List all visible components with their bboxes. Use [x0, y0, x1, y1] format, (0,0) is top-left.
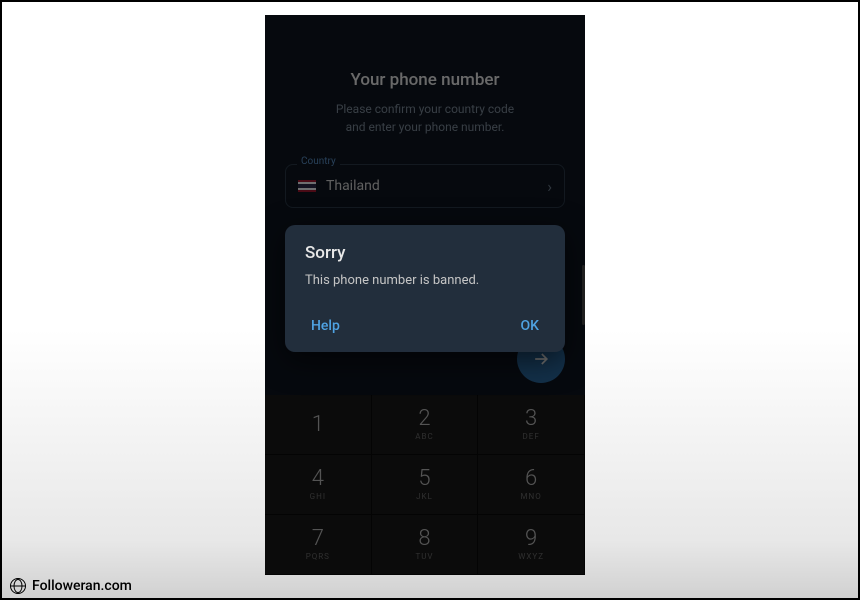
page-title: Your phone number: [265, 70, 585, 90]
key-7[interactable]: 7PQRS: [265, 515, 372, 575]
dialog-message: This phone number is banned.: [305, 273, 545, 288]
dialog-actions: Help OK: [305, 314, 545, 338]
scrollbar[interactable]: [582, 265, 585, 325]
numeric-keypad: 1 2ABC 3DEF 4GHI 5JKL 6MNO 7PQRS 8TUV 9W…: [265, 395, 585, 575]
globe-icon: [10, 578, 26, 594]
page-subtitle: Please confirm your country code and ent…: [265, 100, 585, 136]
watermark-text: Followeran.com: [32, 578, 132, 594]
error-dialog: Sorry This phone number is banned. Help …: [285, 225, 565, 352]
login-screen: Your phone number Please confirm your co…: [265, 15, 585, 208]
subtitle-line2: and enter your phone number.: [346, 120, 505, 134]
key-6[interactable]: 6MNO: [478, 455, 585, 515]
key-3[interactable]: 3DEF: [478, 395, 585, 455]
key-8[interactable]: 8TUV: [372, 515, 479, 575]
phone-screen: Your phone number Please confirm your co…: [265, 15, 585, 575]
key-2[interactable]: 2ABC: [372, 395, 479, 455]
key-5[interactable]: 5JKL: [372, 455, 479, 515]
chevron-right-icon: ›: [547, 177, 552, 196]
country-label: Country: [297, 156, 340, 167]
key-4[interactable]: 4GHI: [265, 455, 372, 515]
arrow-right-icon: [531, 349, 551, 369]
country-name: Thailand: [326, 178, 547, 194]
watermark: Followeran.com: [10, 578, 132, 594]
key-1[interactable]: 1: [265, 395, 372, 455]
key-9[interactable]: 9WXYZ: [478, 515, 585, 575]
country-selector[interactable]: Thailand ›: [285, 164, 565, 208]
thailand-flag-icon: [298, 180, 316, 192]
help-button[interactable]: Help: [305, 314, 346, 338]
ok-button[interactable]: OK: [515, 314, 546, 338]
subtitle-line1: Please confirm your country code: [336, 102, 514, 116]
country-field[interactable]: Country Thailand ›: [285, 164, 565, 208]
dialog-title: Sorry: [305, 243, 545, 263]
